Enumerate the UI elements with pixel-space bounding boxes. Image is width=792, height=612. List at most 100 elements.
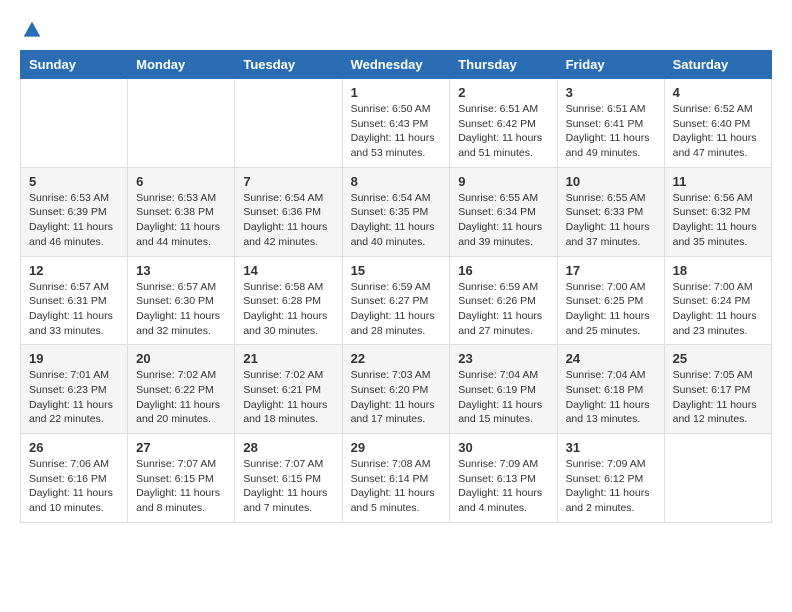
day-number: 28 (243, 440, 333, 455)
day-number: 20 (136, 351, 226, 366)
day-number: 24 (566, 351, 656, 366)
calendar-cell: 16 Sunrise: 6:59 AM Sunset: 6:26 PM Dayli… (450, 256, 557, 345)
day-info: Sunrise: 6:59 AM Sunset: 6:27 PM Dayligh… (351, 280, 442, 339)
day-info: Sunrise: 7:04 AM Sunset: 6:19 PM Dayligh… (458, 368, 548, 427)
calendar-cell: 3Sunrise: 6:51 AM Sunset: 6:41 PM Daylig… (557, 79, 664, 168)
day-number: 12 (29, 263, 119, 278)
day-info: Sunrise: 6:58 AM Sunset: 6:28 PM Dayligh… (243, 280, 333, 339)
day-info: Sunrise: 6:50 AM Sunset: 6:43 PM Dayligh… (351, 102, 442, 161)
day-number: 14 (243, 263, 333, 278)
calendar-cell: 22 Sunrise: 7:03 AM Sunset: 6:20 PM Dayli… (342, 345, 450, 434)
day-number: 17 (566, 263, 656, 278)
day-info: Sunrise: 6:57 AM Sunset: 6:31 PM Dayligh… (29, 280, 119, 339)
day-number: 8 (351, 174, 442, 189)
day-info: Sunrise: 7:07 AM Sunset: 6:15 PM Dayligh… (243, 457, 333, 516)
day-number: 10 (566, 174, 656, 189)
day-info: Sunrise: 7:02 AM Sunset: 6:22 PM Dayligh… (136, 368, 226, 427)
calendar-cell: 24 Sunrise: 7:04 AM Sunset: 6:18 PM Dayli… (557, 345, 664, 434)
weekday-header-monday: Monday (128, 51, 235, 79)
weekday-header-thursday: Thursday (450, 51, 557, 79)
calendar-week-2: 5 Sunrise: 6:53 AM Sunset: 6:39 PM Daylig… (21, 167, 772, 256)
day-info: Sunrise: 7:05 AM Sunset: 6:17 PM Dayligh… (673, 368, 763, 427)
calendar-cell: 15 Sunrise: 6:59 AM Sunset: 6:27 PM Dayli… (342, 256, 450, 345)
day-info: Sunrise: 6:54 AM Sunset: 6:35 PM Dayligh… (351, 191, 442, 250)
calendar-header-row: SundayMondayTuesdayWednesdayThursdayFrid… (21, 51, 772, 79)
calendar-week-1: 1 Sunrise: 6:50 AM Sunset: 6:43 PM Daylig… (21, 79, 772, 168)
day-info: Sunrise: 6:55 AM Sunset: 6:33 PM Dayligh… (566, 191, 656, 250)
day-info: Sunrise: 6:53 AM Sunset: 6:39 PM Dayligh… (29, 191, 119, 250)
calendar-cell: 31 Sunrise: 7:09 AM Sunset: 6:12 PM Dayli… (557, 434, 664, 523)
day-info: Sunrise: 7:03 AM Sunset: 6:20 PM Dayligh… (351, 368, 442, 427)
calendar-cell: 19 Sunrise: 7:01 AM Sunset: 6:23 PM Dayli… (21, 345, 128, 434)
day-number: 2 (458, 85, 548, 100)
logo (20, 20, 42, 40)
day-info: Sunrise: 6:52 AM Sunset: 6:40 PM Dayligh… (673, 102, 763, 161)
day-number: 19 (29, 351, 119, 366)
weekday-header-friday: Friday (557, 51, 664, 79)
calendar-week-5: 26Sunrise: 7:06 AM Sunset: 6:16 PM Dayli… (21, 434, 772, 523)
day-info: Sunrise: 7:07 AM Sunset: 6:15 PM Dayligh… (136, 457, 226, 516)
calendar-cell: 27 Sunrise: 7:07 AM Sunset: 6:15 PM Dayli… (128, 434, 235, 523)
day-number: 21 (243, 351, 333, 366)
calendar-cell: 23 Sunrise: 7:04 AM Sunset: 6:19 PM Dayli… (450, 345, 557, 434)
day-info: Sunrise: 7:02 AM Sunset: 6:21 PM Dayligh… (243, 368, 333, 427)
day-number: 1 (351, 85, 442, 100)
day-number: 5 (29, 174, 119, 189)
weekday-header-saturday: Saturday (664, 51, 771, 79)
day-number: 9 (458, 174, 548, 189)
day-info: Sunrise: 6:57 AM Sunset: 6:30 PM Dayligh… (136, 280, 226, 339)
day-info: Sunrise: 7:00 AM Sunset: 6:24 PM Dayligh… (673, 280, 763, 339)
calendar-cell: 6Sunrise: 6:53 AM Sunset: 6:38 PM Daylig… (128, 167, 235, 256)
day-number: 29 (351, 440, 442, 455)
day-number: 27 (136, 440, 226, 455)
day-info: Sunrise: 6:55 AM Sunset: 6:34 PM Dayligh… (458, 191, 548, 250)
weekday-header-wednesday: Wednesday (342, 51, 450, 79)
calendar-cell: 13 Sunrise: 6:57 AM Sunset: 6:30 PM Dayli… (128, 256, 235, 345)
calendar-cell (21, 79, 128, 168)
day-number: 15 (351, 263, 442, 278)
calendar-cell: 17 Sunrise: 7:00 AM Sunset: 6:25 PM Dayli… (557, 256, 664, 345)
calendar-cell: 8 Sunrise: 6:54 AM Sunset: 6:35 PM Daylig… (342, 167, 450, 256)
day-info: Sunrise: 7:01 AM Sunset: 6:23 PM Dayligh… (29, 368, 119, 427)
calendar-cell: 7 Sunrise: 6:54 AM Sunset: 6:36 PM Daylig… (235, 167, 342, 256)
calendar-cell: 10 Sunrise: 6:55 AM Sunset: 6:33 PM Dayli… (557, 167, 664, 256)
day-info: Sunrise: 7:09 AM Sunset: 6:12 PM Dayligh… (566, 457, 656, 516)
day-info: Sunrise: 7:09 AM Sunset: 6:13 PM Dayligh… (458, 457, 548, 516)
calendar-cell: 14 Sunrise: 6:58 AM Sunset: 6:28 PM Dayli… (235, 256, 342, 345)
calendar-cell: 20 Sunrise: 7:02 AM Sunset: 6:22 PM Dayli… (128, 345, 235, 434)
calendar-cell: 12 Sunrise: 6:57 AM Sunset: 6:31 PM Dayli… (21, 256, 128, 345)
calendar: SundayMondayTuesdayWednesdayThursdayFrid… (20, 50, 772, 523)
day-info: Sunrise: 7:04 AM Sunset: 6:18 PM Dayligh… (566, 368, 656, 427)
day-number: 16 (458, 263, 548, 278)
day-number: 7 (243, 174, 333, 189)
calendar-cell: 11Sunrise: 6:56 AM Sunset: 6:32 PM Dayli… (664, 167, 771, 256)
day-info: Sunrise: 6:54 AM Sunset: 6:36 PM Dayligh… (243, 191, 333, 250)
day-number: 6 (136, 174, 226, 189)
day-number: 18 (673, 263, 763, 278)
day-number: 23 (458, 351, 548, 366)
day-number: 31 (566, 440, 656, 455)
day-info: Sunrise: 6:59 AM Sunset: 6:26 PM Dayligh… (458, 280, 548, 339)
weekday-header-sunday: Sunday (21, 51, 128, 79)
day-info: Sunrise: 6:51 AM Sunset: 6:41 PM Dayligh… (566, 102, 656, 161)
calendar-cell: 18 Sunrise: 7:00 AM Sunset: 6:24 PM Dayli… (664, 256, 771, 345)
weekday-header-tuesday: Tuesday (235, 51, 342, 79)
day-info: Sunrise: 7:08 AM Sunset: 6:14 PM Dayligh… (351, 457, 442, 516)
calendar-cell: 5 Sunrise: 6:53 AM Sunset: 6:39 PM Daylig… (21, 167, 128, 256)
day-info: Sunrise: 7:00 AM Sunset: 6:25 PM Dayligh… (566, 280, 656, 339)
calendar-cell: 26Sunrise: 7:06 AM Sunset: 6:16 PM Dayli… (21, 434, 128, 523)
calendar-cell: 25 Sunrise: 7:05 AM Sunset: 6:17 PM Dayli… (664, 345, 771, 434)
calendar-cell: 9 Sunrise: 6:55 AM Sunset: 6:34 PM Daylig… (450, 167, 557, 256)
calendar-cell (664, 434, 771, 523)
day-number: 13 (136, 263, 226, 278)
day-number: 26 (29, 440, 119, 455)
day-number: 4 (673, 85, 763, 100)
calendar-week-3: 12 Sunrise: 6:57 AM Sunset: 6:31 PM Dayli… (21, 256, 772, 345)
calendar-cell (235, 79, 342, 168)
day-info: Sunrise: 6:51 AM Sunset: 6:42 PM Dayligh… (458, 102, 548, 161)
day-number: 25 (673, 351, 763, 366)
calendar-week-4: 19 Sunrise: 7:01 AM Sunset: 6:23 PM Dayli… (21, 345, 772, 434)
calendar-cell: 28 Sunrise: 7:07 AM Sunset: 6:15 PM Dayli… (235, 434, 342, 523)
day-number: 22 (351, 351, 442, 366)
calendar-cell (128, 79, 235, 168)
